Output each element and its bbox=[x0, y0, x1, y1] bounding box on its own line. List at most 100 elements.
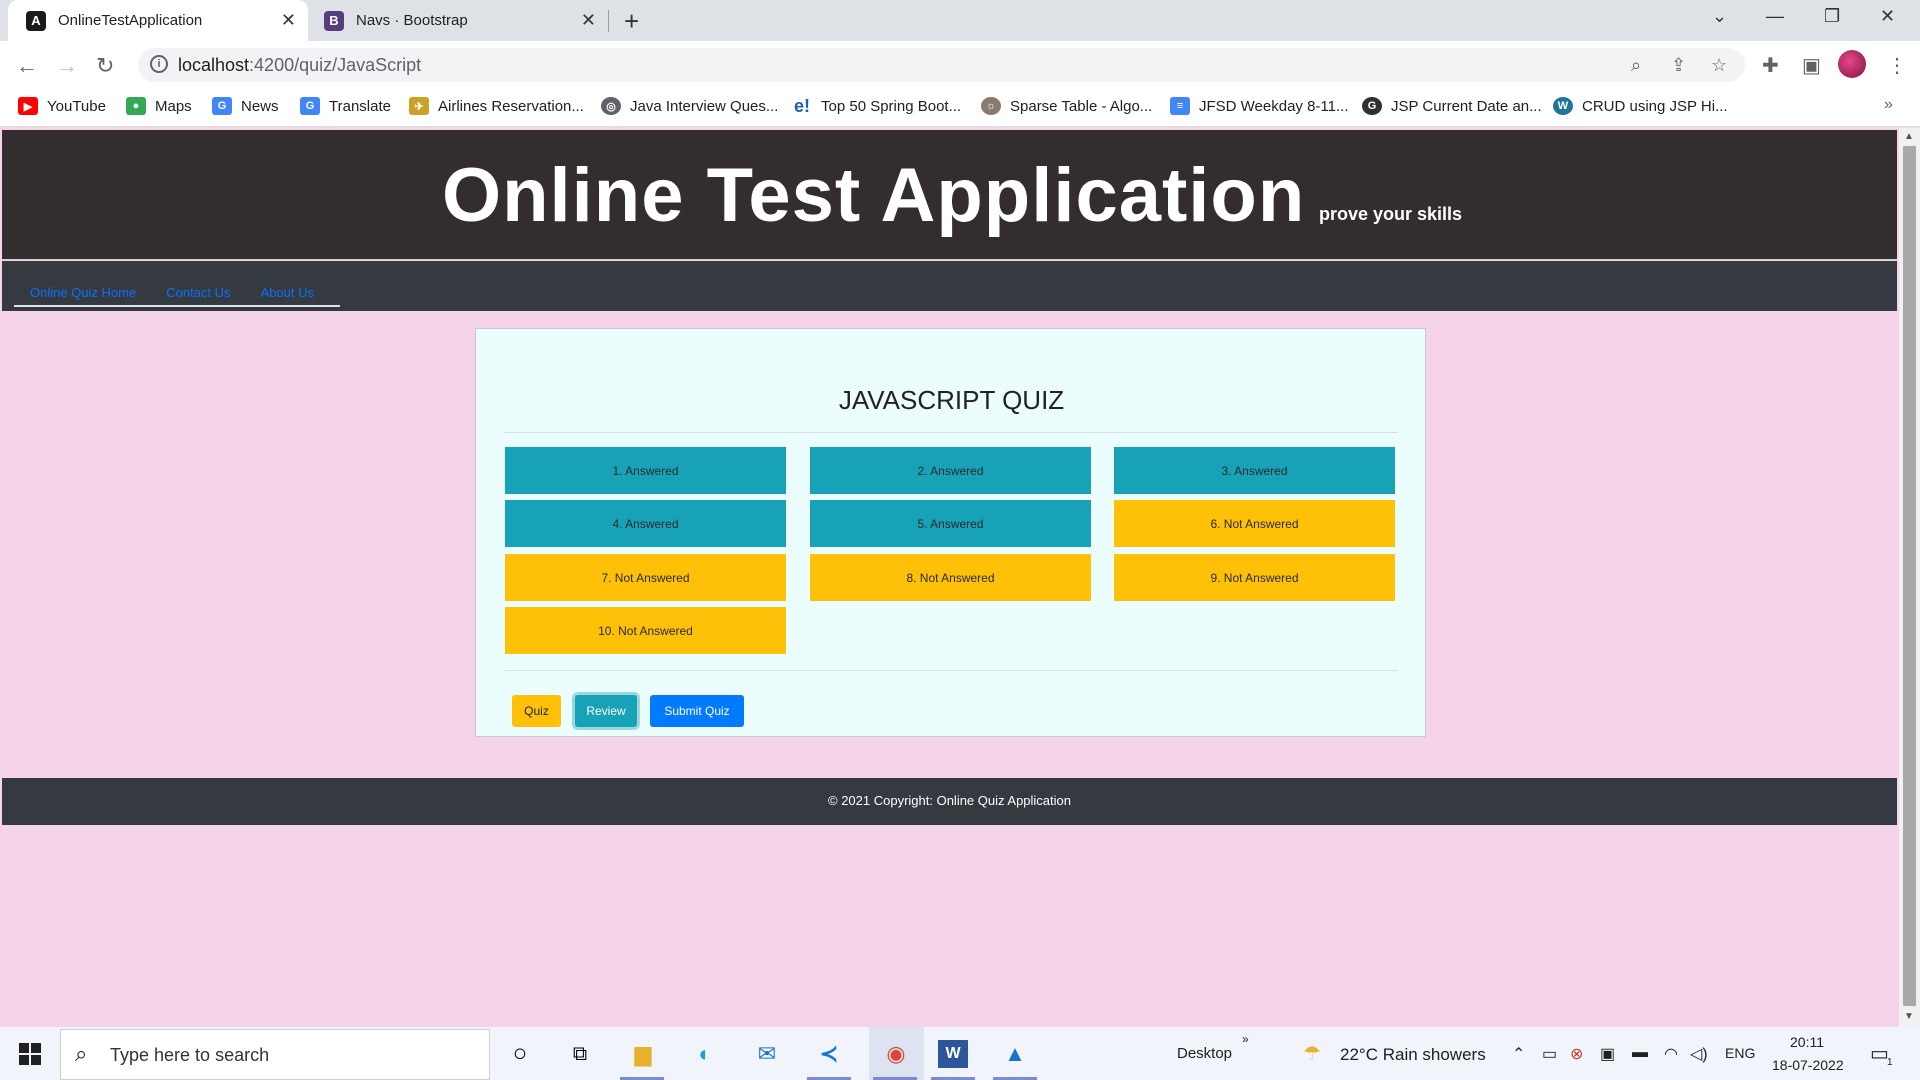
meet-now-icon[interactable]: ▭ bbox=[1542, 1044, 1557, 1064]
file-explorer-icon[interactable]: ▆ bbox=[624, 1036, 662, 1072]
close-tab-icon[interactable]: ✕ bbox=[581, 10, 596, 31]
page-scrollbar[interactable]: ▲ ▼ bbox=[1899, 128, 1920, 1027]
question-button-4[interactable]: 4. Answered bbox=[505, 500, 786, 547]
minimize-button[interactable]: — bbox=[1766, 6, 1784, 27]
quiz-button[interactable]: Quiz bbox=[512, 695, 561, 727]
weather-icon[interactable]: ☂ bbox=[1303, 1041, 1321, 1066]
windows-taskbar: ⌕ Type here to search ○ ⧉ ▆ ◐ ✉ ≺ ◉ W ▲ … bbox=[0, 1027, 1920, 1080]
bookmark-label: Airlines Reservation... bbox=[438, 97, 584, 115]
word-icon[interactable]: W bbox=[938, 1040, 968, 1068]
scroll-up-icon[interactable]: ▲ bbox=[1904, 131, 1914, 142]
quiz-card: JAVASCRIPT QUIZ 1. Answered 2. Answered … bbox=[475, 328, 1426, 737]
bookmark-translate[interactable]: G Translate bbox=[300, 97, 391, 115]
question-button-1[interactable]: 1. Answered bbox=[505, 447, 786, 494]
tab-title: Navs · Bootstrap bbox=[356, 12, 468, 29]
scrollbar-thumb[interactable] bbox=[1903, 146, 1916, 1006]
search-placeholder: Type here to search bbox=[110, 1045, 270, 1065]
globe-icon: ◎ bbox=[601, 97, 621, 115]
question-button-7[interactable]: 7. Not Answered bbox=[505, 554, 786, 601]
chrome-icon[interactable]: ◉ bbox=[877, 1036, 915, 1072]
cortana-icon[interactable]: ○ bbox=[501, 1036, 539, 1072]
toolbar-expand-icon[interactable]: » bbox=[1242, 1032, 1249, 1046]
edge-icon[interactable]: ◐ bbox=[686, 1036, 724, 1072]
new-tab-button[interactable]: + bbox=[624, 6, 639, 37]
zoom-icon[interactable]: ⌕ bbox=[1631, 55, 1641, 76]
clock-time[interactable]: 20:11 bbox=[1790, 1034, 1824, 1050]
question-button-2[interactable]: 2. Answered bbox=[810, 447, 1091, 494]
close-window-button[interactable]: ✕ bbox=[1880, 6, 1895, 27]
question-button-8[interactable]: 8. Not Answered bbox=[810, 554, 1091, 601]
weather-text[interactable]: 22°C Rain showers bbox=[1340, 1045, 1486, 1065]
windows-start-icon[interactable] bbox=[19, 1043, 41, 1065]
site-tagline: prove your skills bbox=[1319, 204, 1463, 224]
footer-copyright: © 2021 Copyright: Online Quiz Applicatio… bbox=[828, 793, 1071, 808]
bookmarks-bar: ▶ YouTube ● Maps G News G Translate ✈ Airline… bbox=[0, 89, 1920, 127]
bookmark-label: Top 50 Spring Boot... bbox=[821, 97, 962, 115]
language-indicator[interactable]: ENG bbox=[1725, 1045, 1755, 1061]
bookmark-java-interview[interactable]: ◎ Java Interview Ques... bbox=[601, 97, 778, 115]
network-error-icon[interactable]: ⊗ bbox=[1570, 1044, 1583, 1064]
bookmark-star-icon[interactable]: ☆ bbox=[1711, 55, 1727, 76]
review-button[interactable]: Review bbox=[575, 695, 637, 727]
volume-icon[interactable]: ◁) bbox=[1690, 1044, 1708, 1064]
tab-title: OnlineTestApplication bbox=[58, 12, 203, 29]
mail-icon[interactable]: ✉ bbox=[748, 1036, 786, 1072]
bookmark-spring-boot[interactable]: e! Top 50 Spring Boot... bbox=[792, 96, 962, 116]
menu-dots-icon[interactable]: ⋮ bbox=[1887, 53, 1907, 78]
battery-icon[interactable]: ▬ bbox=[1632, 1044, 1648, 1062]
translate-icon: G bbox=[300, 97, 320, 115]
url-input[interactable]: i localhost:4200/quiz/JavaScript ⌕ ⇪ ☆ bbox=[138, 48, 1745, 82]
tab-search-icon[interactable]: ⌄ bbox=[1712, 6, 1727, 27]
profile-avatar[interactable] bbox=[1838, 50, 1866, 78]
site-header: Online Test Application prove your skill… bbox=[2, 130, 1897, 260]
taskbar-search-input[interactable]: ⌕ Type here to search bbox=[60, 1029, 490, 1080]
display-icon[interactable]: ▣ bbox=[1600, 1044, 1615, 1064]
bookmark-airlines[interactable]: ✈ Airlines Reservation... bbox=[409, 97, 584, 115]
side-panel-icon[interactable]: ▣ bbox=[1802, 53, 1821, 78]
tab-navs-bootstrap[interactable]: B Navs · Bootstrap ✕ bbox=[312, 0, 608, 41]
question-button-5[interactable]: 5. Answered bbox=[810, 500, 1091, 547]
address-bar: ← → ↻ i localhost:4200/quiz/JavaScript ⌕… bbox=[0, 41, 1920, 89]
site-icon: G bbox=[1362, 97, 1382, 115]
quiz-title: JAVASCRIPT QUIZ bbox=[838, 385, 1065, 415]
bookmark-news[interactable]: G News bbox=[212, 97, 279, 115]
maps-icon: ● bbox=[126, 97, 146, 115]
site-info-icon[interactable]: i bbox=[150, 55, 168, 73]
bookmark-crud-jsp[interactable]: W CRUD using JSP Hi... bbox=[1553, 97, 1728, 115]
vscode-icon[interactable]: ≺ bbox=[810, 1036, 848, 1072]
close-tab-icon[interactable]: ✕ bbox=[281, 10, 296, 31]
share-icon[interactable]: ⇪ bbox=[1671, 55, 1686, 76]
show-hidden-icons-icon[interactable]: ⌃ bbox=[1512, 1044, 1525, 1064]
question-button-3[interactable]: 3. Answered bbox=[1114, 447, 1395, 494]
submit-quiz-button[interactable]: Submit Quiz bbox=[650, 695, 744, 727]
extensions-icon[interactable]: ✚ bbox=[1762, 53, 1779, 78]
desktop-toolbar-label[interactable]: Desktop bbox=[1177, 1045, 1232, 1062]
bookmark-maps[interactable]: ● Maps bbox=[126, 97, 192, 115]
back-icon[interactable]: ← bbox=[16, 53, 38, 79]
maximize-button[interactable]: ❐ bbox=[1824, 6, 1840, 27]
clock-date[interactable]: 18-07-2022 bbox=[1772, 1057, 1844, 1073]
question-button-6[interactable]: 6. Not Answered bbox=[1114, 500, 1395, 547]
photos-icon[interactable]: ▲ bbox=[996, 1036, 1034, 1072]
bookmark-label: JSP Current Date an... bbox=[1391, 97, 1542, 115]
reload-icon[interactable]: ↻ bbox=[96, 53, 114, 79]
wifi-icon[interactable]: ◠ bbox=[1664, 1044, 1678, 1064]
page-viewport: Online Test Application prove your skill… bbox=[0, 128, 1899, 1027]
bookmark-youtube[interactable]: ▶ YouTube bbox=[18, 97, 106, 115]
nav-item-contact-us[interactable]: Contact Us bbox=[150, 271, 244, 305]
question-button-9[interactable]: 9. Not Answered bbox=[1114, 554, 1395, 601]
nav-item-about-us[interactable]: About Us bbox=[245, 271, 328, 305]
bookmark-sparse-table[interactable]: ☼ Sparse Table - Algo... bbox=[981, 97, 1152, 115]
bookmark-jfsd[interactable]: ≡ JFSD Weekday 8-11... bbox=[1170, 97, 1349, 115]
task-view-icon[interactable]: ⧉ bbox=[561, 1036, 599, 1072]
bookmark-label: CRUD using JSP Hi... bbox=[1582, 97, 1728, 115]
more-bookmarks-icon[interactable]: » bbox=[1884, 96, 1893, 114]
bookmark-jsp-date[interactable]: G JSP Current Date an... bbox=[1362, 97, 1542, 115]
tab-onlinetestapplication[interactable]: A OnlineTestApplication ✕ bbox=[8, 0, 308, 41]
bookmark-label: YouTube bbox=[47, 97, 106, 115]
bookmark-label: Java Interview Ques... bbox=[630, 97, 779, 115]
scroll-down-icon[interactable]: ▼ bbox=[1904, 1011, 1914, 1022]
forward-icon[interactable]: → bbox=[56, 53, 78, 79]
nav-item-online-quiz-home[interactable]: Online Quiz Home bbox=[14, 271, 150, 305]
question-button-10[interactable]: 10. Not Answered bbox=[505, 607, 786, 654]
